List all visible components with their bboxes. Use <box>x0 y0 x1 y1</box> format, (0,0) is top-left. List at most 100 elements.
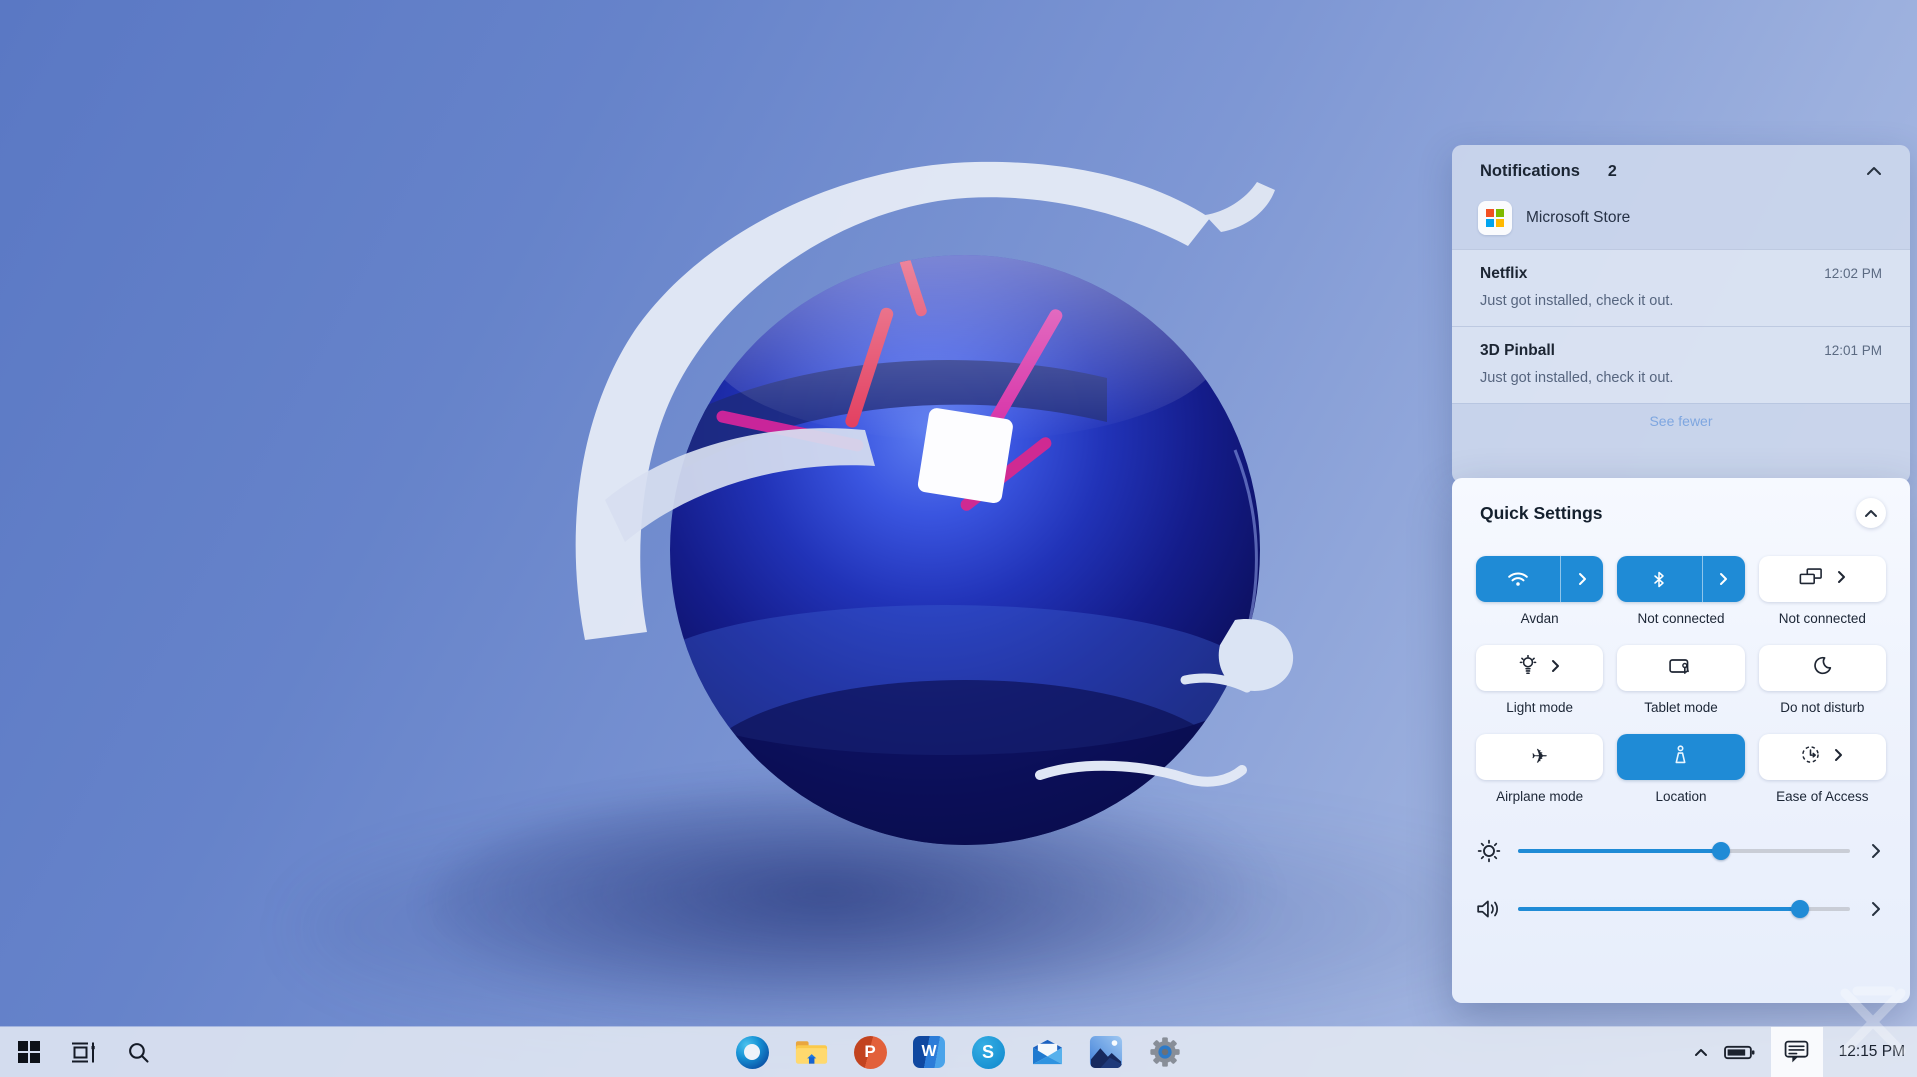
word-icon: W <box>913 1036 945 1068</box>
quick-settings-header: Quick Settings <box>1452 478 1910 528</box>
brightness-slider-thumb[interactable] <box>1712 842 1730 860</box>
volume-slider-track[interactable] <box>1518 907 1850 911</box>
tablet-mode-tile[interactable] <box>1617 645 1744 691</box>
qs-cell-tablet-mode: Tablet mode <box>1617 645 1744 715</box>
brightness-slider-track[interactable] <box>1518 849 1850 853</box>
powerpoint-icon: P <box>854 1036 887 1069</box>
windows-start-icon <box>18 1041 40 1063</box>
file-explorer-icon <box>794 1037 829 1067</box>
light-mode-tile[interactable] <box>1476 645 1603 691</box>
taskbar-app-word[interactable]: W <box>912 1035 947 1070</box>
qs-cell-wifi: Avdan <box>1476 556 1603 626</box>
qs-cell-ease-of-access: Ease of Access <box>1759 734 1886 804</box>
taskbar-app-mail[interactable] <box>1030 1035 1065 1070</box>
skype-icon: S <box>972 1036 1005 1069</box>
quick-settings-title: Quick Settings <box>1480 503 1856 524</box>
airplane-icon: ✈ <box>1531 747 1548 767</box>
notifications-count: 2 <box>1608 163 1617 181</box>
taskbar-app-cortana[interactable] <box>735 1035 770 1070</box>
taskbar-app-settings[interactable] <box>1148 1035 1183 1070</box>
connect-tile[interactable] <box>1759 556 1886 602</box>
quick-settings-panel: Quick Settings Avdan <box>1452 478 1910 1003</box>
search-icon <box>127 1041 150 1064</box>
volume-icon <box>1476 899 1502 919</box>
qs-cell-light-mode: Light mode <box>1476 645 1603 715</box>
lightbulb-icon <box>1519 655 1537 681</box>
airplane-mode-tile-label: Airplane mode <box>1496 789 1583 804</box>
volume-expand-chevron-icon[interactable] <box>1866 901 1886 917</box>
volume-slider-thumb[interactable] <box>1791 900 1809 918</box>
taskbar-clock[interactable]: 12:15 PM <box>1839 1043 1917 1061</box>
taskbar-app-powerpoint[interactable]: P <box>853 1035 888 1070</box>
start-button[interactable] <box>18 1041 40 1063</box>
notification-body: Just got installed, check it out. <box>1480 370 1882 386</box>
connect-chevron-icon <box>1837 570 1846 589</box>
light-mode-tile-label: Light mode <box>1506 700 1573 715</box>
task-view-icon <box>70 1040 97 1065</box>
light-mode-chevron-icon <box>1551 659 1560 678</box>
wifi-expand-chevron-icon[interactable] <box>1561 556 1603 602</box>
battery-indicator[interactable] <box>1724 1044 1755 1061</box>
notifications-collapse-chevron-up-icon[interactable] <box>1866 163 1882 181</box>
see-fewer-row: See fewer <box>1452 403 1910 441</box>
taskbar-app-skype[interactable]: S <box>971 1035 1006 1070</box>
mail-icon <box>1030 1038 1065 1067</box>
do-not-disturb-tile-label: Do not disturb <box>1780 700 1864 715</box>
qs-cell-bluetooth: Not connected <box>1617 556 1744 626</box>
connect-icon <box>1799 568 1823 590</box>
battery-icon <box>1724 1044 1755 1061</box>
microsoft-store-icon <box>1478 201 1512 235</box>
wallpaper-sphere-art <box>545 120 1385 880</box>
moon-icon <box>1813 656 1832 680</box>
qs-cell-do-not-disturb: Do not disturb <box>1759 645 1886 715</box>
photos-icon <box>1089 1035 1123 1069</box>
brightness-expand-chevron-icon[interactable] <box>1866 843 1886 859</box>
wifi-icon[interactable] <box>1476 556 1561 602</box>
bluetooth-icon[interactable] <box>1617 556 1702 602</box>
task-view-button[interactable] <box>70 1040 97 1065</box>
notification-group-microsoft-store[interactable]: Microsoft Store <box>1452 191 1910 249</box>
notification-time: 12:01 PM <box>1824 343 1882 358</box>
notification-title: Netflix <box>1480 265 1527 283</box>
airplane-mode-tile[interactable]: ✈ <box>1476 734 1603 780</box>
bluetooth-expand-chevron-icon[interactable] <box>1703 556 1745 602</box>
qs-cell-connect: Not connected <box>1759 556 1886 626</box>
notifications-panel: Notifications 2 Microsoft Store Netflix … <box>1452 145 1910 483</box>
bluetooth-tile-label: Not connected <box>1637 611 1724 626</box>
notification-time: 12:02 PM <box>1824 266 1882 281</box>
quick-settings-collapse-button[interactable] <box>1856 498 1886 528</box>
do-not-disturb-tile[interactable] <box>1759 645 1886 691</box>
notification-title: 3D Pinball <box>1480 342 1555 360</box>
tablet-mode-icon <box>1669 657 1693 680</box>
brightness-icon <box>1476 839 1502 863</box>
location-tile-label: Location <box>1655 789 1706 804</box>
notifications-header: Notifications 2 <box>1452 145 1910 191</box>
bluetooth-tile[interactable] <box>1617 556 1744 602</box>
notification-group-app-name: Microsoft Store <box>1526 209 1630 227</box>
see-fewer-link[interactable]: See fewer <box>1649 413 1712 429</box>
wifi-tile-label: Avdan <box>1521 611 1559 626</box>
action-center-button[interactable] <box>1771 1027 1823 1077</box>
ease-of-access-tile[interactable] <box>1759 734 1886 780</box>
action-center-icon <box>1784 1040 1809 1064</box>
ease-of-access-chevron-icon <box>1834 748 1843 767</box>
brightness-slider-fill <box>1518 849 1721 853</box>
taskbar-app-file-explorer[interactable] <box>794 1035 829 1070</box>
notification-item[interactable]: Netflix 12:02 PM Just got installed, che… <box>1452 249 1910 326</box>
notification-item[interactable]: 3D Pinball 12:01 PM Just got installed, … <box>1452 326 1910 403</box>
location-icon <box>1673 745 1688 769</box>
taskbar: P W S 12:15 PM <box>0 1027 1917 1077</box>
volume-slider-row <box>1476 888 1886 930</box>
tablet-mode-tile-label: Tablet mode <box>1644 700 1718 715</box>
chevron-up-icon <box>1864 509 1878 518</box>
qs-cell-airplane-mode: ✈ Airplane mode <box>1476 734 1603 804</box>
location-tile[interactable] <box>1617 734 1744 780</box>
ease-of-access-tile-label: Ease of Access <box>1776 789 1868 804</box>
connect-tile-label: Not connected <box>1779 611 1866 626</box>
search-button[interactable] <box>127 1041 150 1064</box>
qs-cell-location: Location <box>1617 734 1744 804</box>
wifi-tile[interactable] <box>1476 556 1603 602</box>
tray-overflow-chevron-up[interactable] <box>1694 1048 1708 1057</box>
cortana-icon <box>736 1036 769 1069</box>
taskbar-app-photos[interactable] <box>1089 1035 1124 1070</box>
